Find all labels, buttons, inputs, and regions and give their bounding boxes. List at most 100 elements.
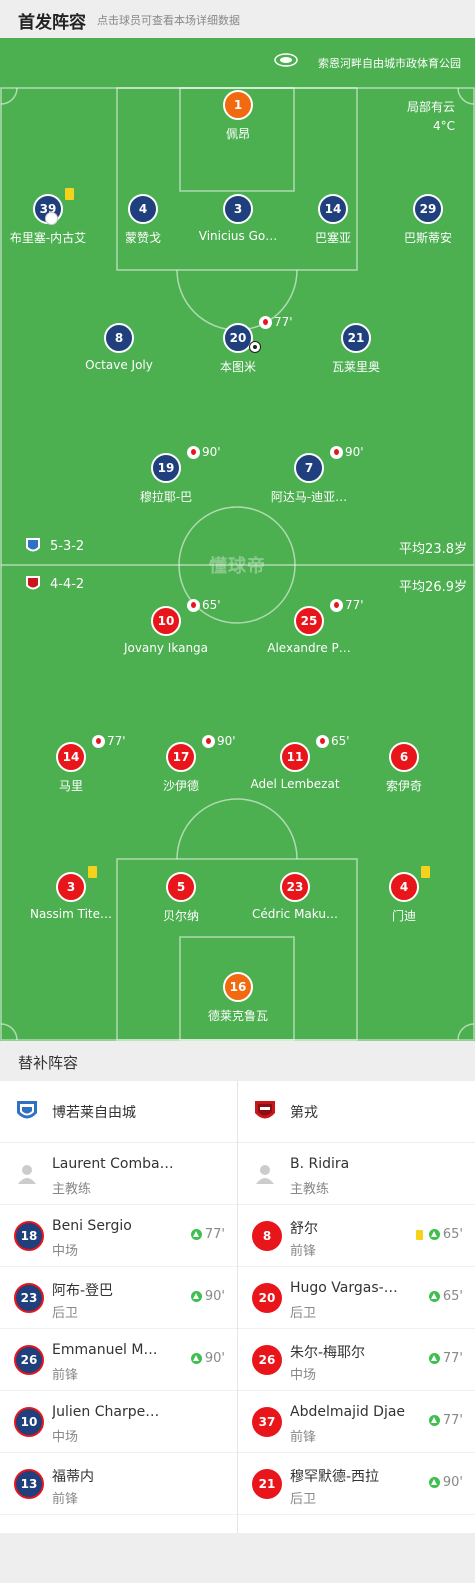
home-player[interactable]: 3 Vinicius Go… <box>183 194 293 243</box>
home-formation: 5-3-2 <box>24 536 84 556</box>
home-sub-row[interactable]: 13 福蒂内 前锋 <box>0 1453 237 1515</box>
away-player[interactable]: 16 德莱克鲁瓦 <box>183 972 293 1024</box>
away-player[interactable]: 23 Cédric Maku… <box>240 872 350 921</box>
weather-info: 局部有云 4°C <box>407 98 455 136</box>
sub-in-arrow-icon <box>428 1477 440 1488</box>
sub-position: 后卫 <box>290 1306 317 1321</box>
player-name: Nassim Tite… <box>29 907 113 921</box>
away-player[interactable]: 5 贝尔纳 <box>126 872 236 924</box>
sub-in-arrow-icon <box>190 1291 202 1302</box>
sub-off-icon <box>316 734 329 748</box>
sub-name: 福蒂内 <box>52 1469 94 1485</box>
away-player[interactable]: 3 Nassim Tite… <box>16 866 126 921</box>
home-sub-row[interactable]: 23 阿布-登巴 后卫 90' <box>0 1267 237 1329</box>
away-player[interactable]: 17 沙伊德 90' <box>126 734 236 794</box>
home-player[interactable]: 8 Octave Joly <box>64 323 174 372</box>
home-sub-row[interactable]: 18 Beni Sergio 中场 77' <box>0 1205 237 1267</box>
home-avg-age: 平均23.8岁 <box>399 542 467 557</box>
player-number: 14 <box>318 194 348 224</box>
home-player[interactable]: 1 佩昂 <box>183 90 293 142</box>
sub-off-indicator: 77' <box>92 734 126 748</box>
player-name: Octave Joly <box>85 358 153 372</box>
away-sub-row[interactable]: 26 朱尔-梅耶尔 中场 77' <box>238 1329 475 1391</box>
away-player[interactable]: 4 门迪 <box>349 866 459 924</box>
sub-off-minute: 65' <box>331 734 350 748</box>
sub-position: 中场 <box>52 1244 79 1259</box>
player-number: 3 <box>56 872 86 902</box>
sub-position: 前锋 <box>290 1244 317 1259</box>
sub-in-arrow-icon <box>428 1229 440 1240</box>
sub-in-minute: 65' <box>442 1227 463 1242</box>
sub-in-arrow-icon <box>190 1353 202 1364</box>
sub-off-icon <box>92 734 105 748</box>
sub-off-indicator: 90' <box>330 445 364 459</box>
away-sub-row[interactable]: 21 穆罕默德-西拉 后卫 90' <box>238 1453 475 1515</box>
yellow-card-icon <box>88 866 97 878</box>
player-name: 阿达马-迪亚… <box>270 490 348 504</box>
away-team-crest-icon <box>255 1101 275 1119</box>
sub-name: Emmanuel M… <box>52 1342 158 1358</box>
lineup-header: 首发阵容 点击球员可查看本场详细数据 <box>0 0 475 38</box>
sub-position: 前锋 <box>52 1368 79 1383</box>
home-player[interactable]: 21 瓦莱里奥 <box>301 323 411 375</box>
sub-number: 21 <box>252 1469 282 1499</box>
yellow-card-icon <box>421 866 430 878</box>
player-number: 14 <box>56 742 86 772</box>
sub-position: 前锋 <box>52 1492 79 1507</box>
sub-off-indicator: 90' <box>202 734 236 748</box>
sub-off-indicator: 65' <box>316 734 350 748</box>
home-subs-column: 博若莱自由城 Laurent Combarel 主教练 18 Beni Sergi… <box>0 1081 237 1533</box>
sub-off-minute: 77' <box>345 598 364 612</box>
sub-number: 26 <box>14 1345 44 1375</box>
sub-number: 23 <box>14 1283 44 1313</box>
home-team-crest-icon <box>17 1101 37 1119</box>
home-player[interactable]: 19 穆拉耶-巴 90' <box>111 445 221 505</box>
home-coach-row[interactable]: Laurent Combarel 主教练 <box>0 1143 237 1205</box>
home-player[interactable]: 20 本图米 77' <box>183 315 293 375</box>
sub-off-icon <box>259 315 272 329</box>
player-name: 巴塞亚 <box>314 231 351 245</box>
home-player[interactable]: 14 巴塞亚 <box>278 194 388 246</box>
away-player[interactable]: 11 Adel Lembezat 65' <box>240 734 350 791</box>
player-name: 穆拉耶-巴 <box>139 490 193 504</box>
home-player[interactable]: 29 巴斯蒂安 <box>373 194 475 246</box>
sub-off-indicator: 77' <box>330 598 364 612</box>
sub-in-arrow-icon <box>428 1353 440 1364</box>
sub-in-arrow-icon <box>428 1415 440 1426</box>
away-sub-row[interactable]: 20 Hugo Vargas-… 后卫 65' <box>238 1267 475 1329</box>
sub-number: 18 <box>14 1221 44 1251</box>
sub-number: 10 <box>14 1407 44 1437</box>
player-number: 16 <box>223 972 253 1002</box>
home-coach-role: 主教练 <box>52 1182 92 1197</box>
lineup-hint: 点击球员可查看本场详细数据 <box>97 14 240 27</box>
player-number: 4 <box>389 872 419 902</box>
away-coach-row[interactable]: B. Ridira 主教练 <box>238 1143 475 1205</box>
sub-number: 26 <box>252 1345 282 1375</box>
away-player[interactable]: 6 索伊奇 <box>349 742 459 794</box>
sub-in-minute: 77' <box>442 1413 463 1428</box>
player-number: 17 <box>166 742 196 772</box>
home-sub-row[interactable]: 10 Julien Charpe… 中场 <box>0 1391 237 1453</box>
away-player[interactable]: 10 Jovany Ikanga 65' <box>111 598 221 655</box>
yellow-card-icon <box>65 188 74 200</box>
away-player[interactable]: 14 马里 77' <box>16 734 126 794</box>
home-sub-row[interactable]: 26 Emmanuel M… 前锋 90' <box>0 1329 237 1391</box>
away-team-row[interactable]: 第戎 <box>238 1081 475 1143</box>
player-name: Cédric Maku… <box>252 907 338 921</box>
away-player[interactable]: 25 Alexandre P… 77' <box>254 598 364 655</box>
sub-name: Hugo Vargas-… <box>290 1280 398 1296</box>
home-team-row[interactable]: 博若莱自由城 <box>0 1081 237 1143</box>
home-player[interactable]: 4 蒙赞戈 <box>88 194 198 246</box>
player-number: 1 <box>223 90 253 120</box>
away-formation-text: 4-4-2 <box>50 576 85 592</box>
sub-in-indicator: 77' <box>428 1351 463 1366</box>
sub-off-icon <box>330 598 343 612</box>
away-subs-column: 第戎 B. Ridira 主教练 8 舒尔 前锋 65' 20 Hugo Vargas-…… <box>238 1081 475 1533</box>
home-player[interactable]: 7 阿达马-迪亚… 90' <box>254 445 364 505</box>
away-sub-row[interactable]: 8 舒尔 前锋 65' <box>238 1205 475 1267</box>
sub-name: Beni Sergio <box>52 1218 132 1234</box>
lineup-title: 首发阵容 <box>18 13 86 33</box>
sub-off-icon <box>202 734 215 748</box>
sub-off-indicator: 65' <box>187 598 221 612</box>
away-sub-row[interactable]: 37 Abdelmajid Djae 前锋 77' <box>238 1391 475 1453</box>
